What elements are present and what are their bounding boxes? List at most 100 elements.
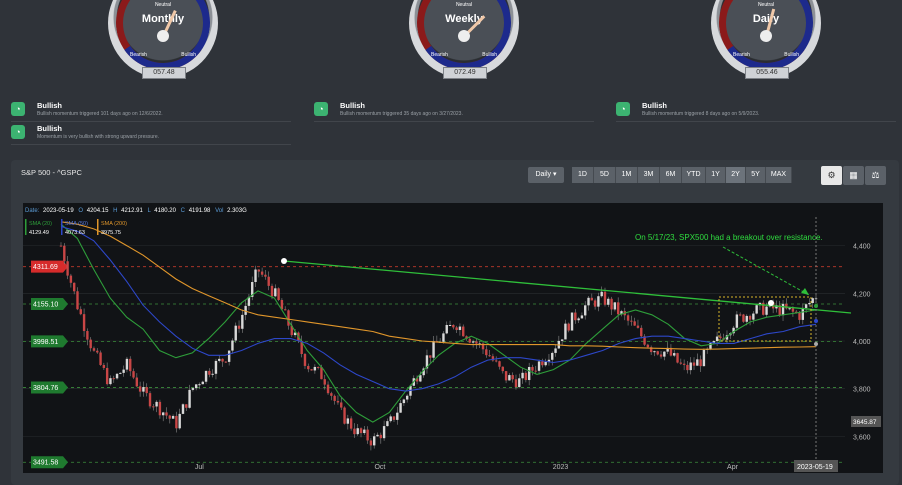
range-button-max[interactable]: MAX [766,167,792,183]
candle-down [257,269,261,272]
settings-button[interactable]: ⚙ [821,166,842,185]
candle-up [389,416,392,422]
candle-down [541,361,544,366]
legend-swatch-sma20 [25,219,27,235]
legend-swatch-sma200 [97,219,99,235]
candle-down [633,321,636,326]
candle-up [155,401,158,407]
range-button-1m[interactable]: 1M [616,167,638,183]
candle-down [676,353,679,363]
candle-up [346,418,350,424]
x-axis: Jul Oct 2023 Apr [195,464,739,471]
candle-up [537,361,541,371]
range-button-2y[interactable]: 2Y [726,167,746,183]
candle-down [468,338,472,343]
speedometer-icon: ◔ [11,102,25,116]
candle-up [432,341,435,358]
gauge-neutral-label: Neutral [455,2,473,8]
price-level-label: 3804.76 [33,385,58,392]
ohlc-header: Date: 2023-05-19 O 4204.15 H 4212.91 L 4… [25,208,247,214]
candle-down [369,440,373,446]
candle-up [181,404,185,414]
calculator-button[interactable]: ▦ [843,166,864,185]
high-value: 4212.91 [121,208,143,214]
interval-dropdown[interactable]: Daily ▾ [528,167,564,183]
candle-up [781,303,785,316]
monthly-gauge: Neutral Monthly Bearish Bullish 057.48 [108,0,218,79]
candle-down [511,375,514,380]
candle-down [692,362,696,366]
volume-value: 2.303G [227,208,247,214]
range-button-5y[interactable]: 5Y [746,167,766,183]
range-button-6m[interactable]: 6M [660,167,682,183]
candle-down [270,285,274,297]
candle-up [560,339,564,341]
low-value: 4180.20 [154,208,176,214]
candle-down [626,315,630,321]
range-button-3m[interactable]: 3M [638,167,660,183]
divider [616,121,896,122]
candle-down [379,434,383,439]
candle-up [445,324,448,334]
candle-down [165,412,168,416]
price-chart[interactable]: 4311.69 4155.10 3998.51 3804.76 3491.58 On 5… [23,203,883,473]
candle-down [656,351,659,355]
gauge-bearish-label: Bearish [431,52,448,58]
candle-down [323,379,326,385]
speedometer-icon: ◔ [314,102,328,116]
candle-down [610,298,613,310]
gauge-hub [458,30,470,42]
signal-title: Bullish [37,124,63,133]
candle-up [119,372,122,374]
candle-down [659,354,663,357]
gauge-title: Monthly [141,13,185,25]
candle-up [162,412,165,416]
candle-up [396,412,399,420]
range-button-1y[interactable]: 1Y [706,167,726,183]
candle-down [330,393,333,396]
candle-down [524,372,528,381]
candle-down [66,261,69,276]
candle-down [112,378,115,380]
range-button-ytd[interactable]: YTD [682,167,706,183]
moving-averages [60,221,817,423]
date-marker-label: 2023-05-19 [797,464,833,471]
daily-gauge: Neutral Daily Bearish Bullish 055.46 [711,0,821,79]
range-button-5d[interactable]: 5D [594,167,616,183]
candle-down [168,415,171,419]
candle-down [748,315,752,320]
range-button-1d[interactable]: 1D [572,167,594,183]
candle-down [738,314,742,316]
candle-up [178,413,181,429]
divider [11,121,291,122]
y-tick-label: 4,000 [853,339,871,346]
candle-up [122,369,125,373]
scale-button[interactable]: ⚖ [865,166,886,185]
candle-down [152,406,155,408]
x-tick-label: Apr [727,464,739,471]
candle-up [254,269,257,283]
candle-up [211,373,214,375]
gauge-neutral-label: Neutral [154,2,172,8]
gauge-readout: 057.48 [142,67,186,79]
candle-down [135,377,139,387]
candle-down [185,404,188,408]
candle-up [171,415,175,419]
candle-down [158,401,162,416]
candle-down [353,428,356,435]
speedometer-icon: ◔ [11,125,25,139]
candle-up [689,362,692,371]
candle-down [283,309,287,311]
candle-down [63,245,66,262]
candle-up [653,351,656,353]
divider [314,121,594,122]
gauge-hub [157,30,169,42]
candle-up [125,358,129,370]
y-tick-label: 4,200 [853,291,871,298]
gauge-bullish-label: Bullish [181,52,196,58]
candle-up [755,305,758,314]
candle-up [399,403,402,413]
candle-up [218,358,221,361]
chart-symbol-title: S&P 500 - ^GSPC [21,168,82,177]
candle-up [584,305,587,316]
